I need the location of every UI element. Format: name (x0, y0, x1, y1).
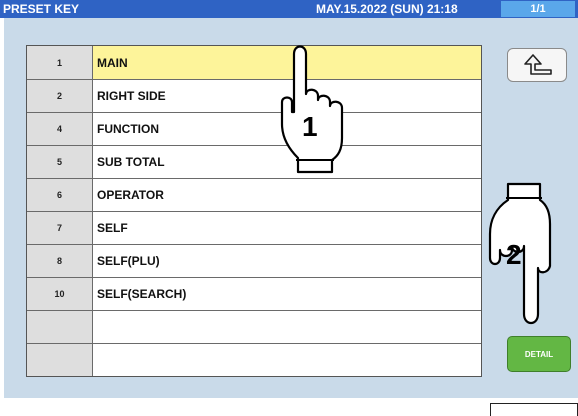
status-box (490, 403, 578, 416)
item-number: 8 (27, 245, 93, 277)
list-item[interactable]: 4 FUNCTION (27, 112, 481, 145)
detail-button[interactable]: DETAIL (507, 336, 571, 372)
item-number: 1 (27, 46, 93, 79)
list-item[interactable]: 2 RIGHT SIDE (27, 79, 481, 112)
list-item[interactable]: 10 SELF(SEARCH) (27, 277, 481, 310)
date-time: MAY.15.2022 (SUN) 21:18 (316, 2, 458, 16)
item-number: 5 (27, 146, 93, 178)
list-item[interactable]: 1 MAIN (27, 46, 481, 79)
item-number: 2 (27, 80, 93, 112)
step-number-1: 1 (302, 111, 318, 142)
screen-title: PRESET KEY (3, 2, 80, 16)
list-item[interactable]: 7 SELF (27, 211, 481, 244)
item-name: OPERATOR (97, 188, 164, 202)
item-number: 10 (27, 278, 93, 310)
item-number (27, 344, 93, 376)
list-item-empty[interactable] (27, 310, 481, 343)
item-name (93, 311, 481, 343)
page-indicator: 1/1 (501, 1, 575, 17)
item-number: 4 (27, 113, 93, 145)
step-number-2: 2 (506, 239, 522, 270)
item-name (93, 344, 481, 376)
item-number: 7 (27, 212, 93, 244)
title-bar: PRESET KEY MAY.15.2022 (SUN) 21:18 1/1 (0, 0, 578, 18)
list-item-empty[interactable] (27, 343, 481, 376)
list-item[interactable]: 6 OPERATOR (27, 178, 481, 211)
list-item[interactable]: 5 SUB TOTAL (27, 145, 481, 178)
item-number (27, 311, 93, 343)
pointing-hand-icon: 1 (280, 45, 344, 174)
back-button[interactable] (507, 48, 567, 82)
preset-key-list: 1 MAIN 2 RIGHT SIDE 4 FUNCTION 5 SUB TOT… (26, 45, 482, 377)
item-name: SELF(SEARCH) (97, 287, 187, 301)
item-name: SELF(PLU) (97, 254, 160, 268)
item-number: 6 (27, 179, 93, 211)
item-name: SELF (97, 221, 128, 235)
list-item[interactable]: 8 SELF(PLU) (27, 244, 481, 277)
pointing-hand-icon: 2 (488, 182, 552, 325)
return-arrow-icon (524, 54, 552, 75)
